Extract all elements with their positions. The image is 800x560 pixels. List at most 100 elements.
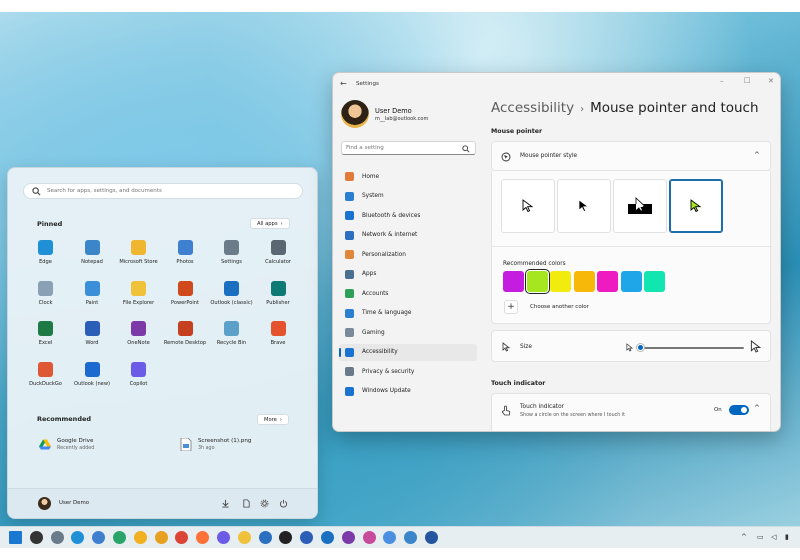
- chevron-up-icon[interactable]: ^: [754, 404, 760, 412]
- outlook-icon[interactable]: [321, 531, 334, 544]
- nav-item[interactable]: Home: [339, 168, 477, 185]
- pinned-app[interactable]: Clock: [22, 280, 69, 315]
- add-color-button[interactable]: +: [504, 300, 518, 314]
- photos-icon[interactable]: [92, 531, 106, 544]
- pinned-app[interactable]: Settings: [208, 240, 255, 274]
- all-apps-button[interactable]: All apps ›: [250, 218, 290, 229]
- pinned-app[interactable]: Publisher: [255, 280, 302, 315]
- edge-beta-icon[interactable]: [113, 531, 126, 544]
- pinned-app[interactable]: PowerPoint: [162, 280, 209, 315]
- pointer-style-custom[interactable]: [669, 179, 723, 233]
- nav-item[interactable]: Accessibility: [339, 343, 477, 361]
- touch-indicator-row[interactable]: Touch indicator Show a circle on the scr…: [491, 393, 771, 431]
- maximize-icon[interactable]: □: [744, 76, 751, 84]
- explorer-icon[interactable]: [237, 531, 251, 544]
- find-setting-box[interactable]: [341, 141, 476, 155]
- pinned-app[interactable]: Brave: [255, 321, 302, 355]
- minimize-icon[interactable]: –: [720, 77, 724, 85]
- nav-item[interactable]: Bluetooth & devices: [339, 207, 477, 224]
- onenote-icon[interactable]: [341, 531, 355, 544]
- color-swatch[interactable]: [597, 271, 618, 292]
- chevron-up-icon[interactable]: ^: [741, 533, 747, 541]
- downloads-icon[interactable]: [220, 498, 230, 508]
- recommended-item[interactable]: Google Drive Recently added: [39, 438, 94, 451]
- find-setting-input[interactable]: [346, 145, 456, 151]
- user-name[interactable]: User Demo: [59, 500, 89, 506]
- pinned-app[interactable]: Microsoft Store: [115, 240, 162, 274]
- chrome-icon[interactable]: [175, 531, 189, 544]
- pinned-app[interactable]: Word: [69, 321, 116, 355]
- pinned-app[interactable]: Edge: [22, 240, 69, 274]
- firefox-icon[interactable]: [196, 531, 210, 544]
- pointer-style-black[interactable]: [557, 179, 611, 233]
- nav-item[interactable]: Apps: [339, 266, 477, 283]
- nav-item[interactable]: Gaming: [339, 324, 477, 341]
- terminal-icon[interactable]: [279, 531, 293, 544]
- breadcrumb-parent[interactable]: Accessibility: [491, 100, 574, 116]
- chrome-canary-icon[interactable]: [154, 531, 168, 544]
- network-icon[interactable]: ▭: [757, 533, 764, 541]
- mouse-pointer-style-row[interactable]: Mouse pointer style ^: [491, 141, 771, 171]
- snip-icon[interactable]: [362, 531, 376, 544]
- color-swatch[interactable]: [550, 271, 571, 292]
- powershell-icon[interactable]: [425, 531, 438, 544]
- profile-name: User Demo: [375, 107, 412, 115]
- pinned-app[interactable]: Photos: [162, 240, 209, 274]
- pinned-app[interactable]: Excel: [22, 321, 69, 355]
- documents-icon[interactable]: [241, 498, 251, 508]
- pinned-app[interactable]: Outlook (classic): [208, 280, 255, 315]
- pinned-app[interactable]: Paint: [69, 280, 116, 315]
- touch-indicator-toggle[interactable]: [729, 405, 749, 415]
- pinned-app[interactable]: DuckDuckGo: [22, 361, 69, 396]
- pointer-style-white[interactable]: [501, 179, 555, 233]
- start-search-box[interactable]: [23, 183, 303, 199]
- word-icon[interactable]: [300, 531, 314, 544]
- nav-item[interactable]: Privacy & security: [339, 363, 477, 380]
- recommended-item[interactable]: Screenshot (1).png 3h ago: [180, 438, 251, 451]
- pinned-app[interactable]: OneNote: [115, 321, 162, 355]
- choose-color-label[interactable]: Choose another color: [530, 304, 589, 310]
- close-icon[interactable]: ✕: [768, 77, 774, 85]
- gear-icon[interactable]: [259, 498, 269, 508]
- powerpoint-icon: [177, 280, 193, 296]
- nav-item[interactable]: Personalization: [339, 246, 477, 263]
- nav-item[interactable]: System: [339, 188, 477, 205]
- start-search-input[interactable]: [47, 188, 287, 194]
- taskview-icon[interactable]: [29, 531, 43, 544]
- color-swatch[interactable]: [573, 271, 595, 292]
- copilot2-icon[interactable]: [383, 531, 397, 544]
- pointer-style-inverted[interactable]: [613, 179, 667, 233]
- pinned-app[interactable]: Notepad: [69, 240, 116, 274]
- nav-item[interactable]: Windows Update: [339, 383, 477, 400]
- size-slider-track[interactable]: [639, 347, 744, 349]
- chevron-up-icon[interactable]: ^: [754, 151, 760, 159]
- edge-icon[interactable]: [71, 531, 85, 544]
- pinned-app[interactable]: Remote Desktop: [162, 321, 209, 355]
- nav-item[interactable]: Time & language: [339, 305, 477, 322]
- pinned-app[interactable]: Calculator: [255, 240, 302, 274]
- nav-item[interactable]: Network & internet: [339, 227, 477, 244]
- volume-icon[interactable]: ◁: [771, 533, 776, 541]
- battery-icon[interactable]: ▮: [785, 533, 789, 541]
- color-swatch[interactable]: [526, 271, 548, 292]
- nav-item[interactable]: Accounts: [339, 285, 477, 302]
- color-swatch[interactable]: [503, 271, 524, 292]
- notepad-icon[interactable]: [404, 531, 418, 544]
- store-icon[interactable]: [258, 531, 272, 544]
- profile-avatar[interactable]: [341, 100, 369, 128]
- more-button[interactable]: More ›: [257, 414, 289, 425]
- settings-icon[interactable]: [50, 531, 64, 544]
- copilot-icon[interactable]: [217, 531, 230, 544]
- power-icon[interactable]: [278, 498, 288, 508]
- color-swatch[interactable]: [620, 271, 642, 292]
- color-swatch[interactable]: [644, 271, 665, 292]
- windows-icon[interactable]: [9, 531, 22, 544]
- pinned-app[interactable]: Copilot: [115, 361, 162, 396]
- canary-icon[interactable]: [133, 531, 147, 544]
- back-arrow-icon[interactable]: ←: [340, 79, 347, 88]
- pinned-app[interactable]: File Explorer: [115, 280, 162, 315]
- pinned-app[interactable]: Recycle Bin: [208, 321, 255, 355]
- pinned-app[interactable]: Outlook (new): [69, 361, 116, 396]
- size-slider-thumb[interactable]: [637, 344, 644, 351]
- user-avatar[interactable]: [38, 497, 51, 510]
